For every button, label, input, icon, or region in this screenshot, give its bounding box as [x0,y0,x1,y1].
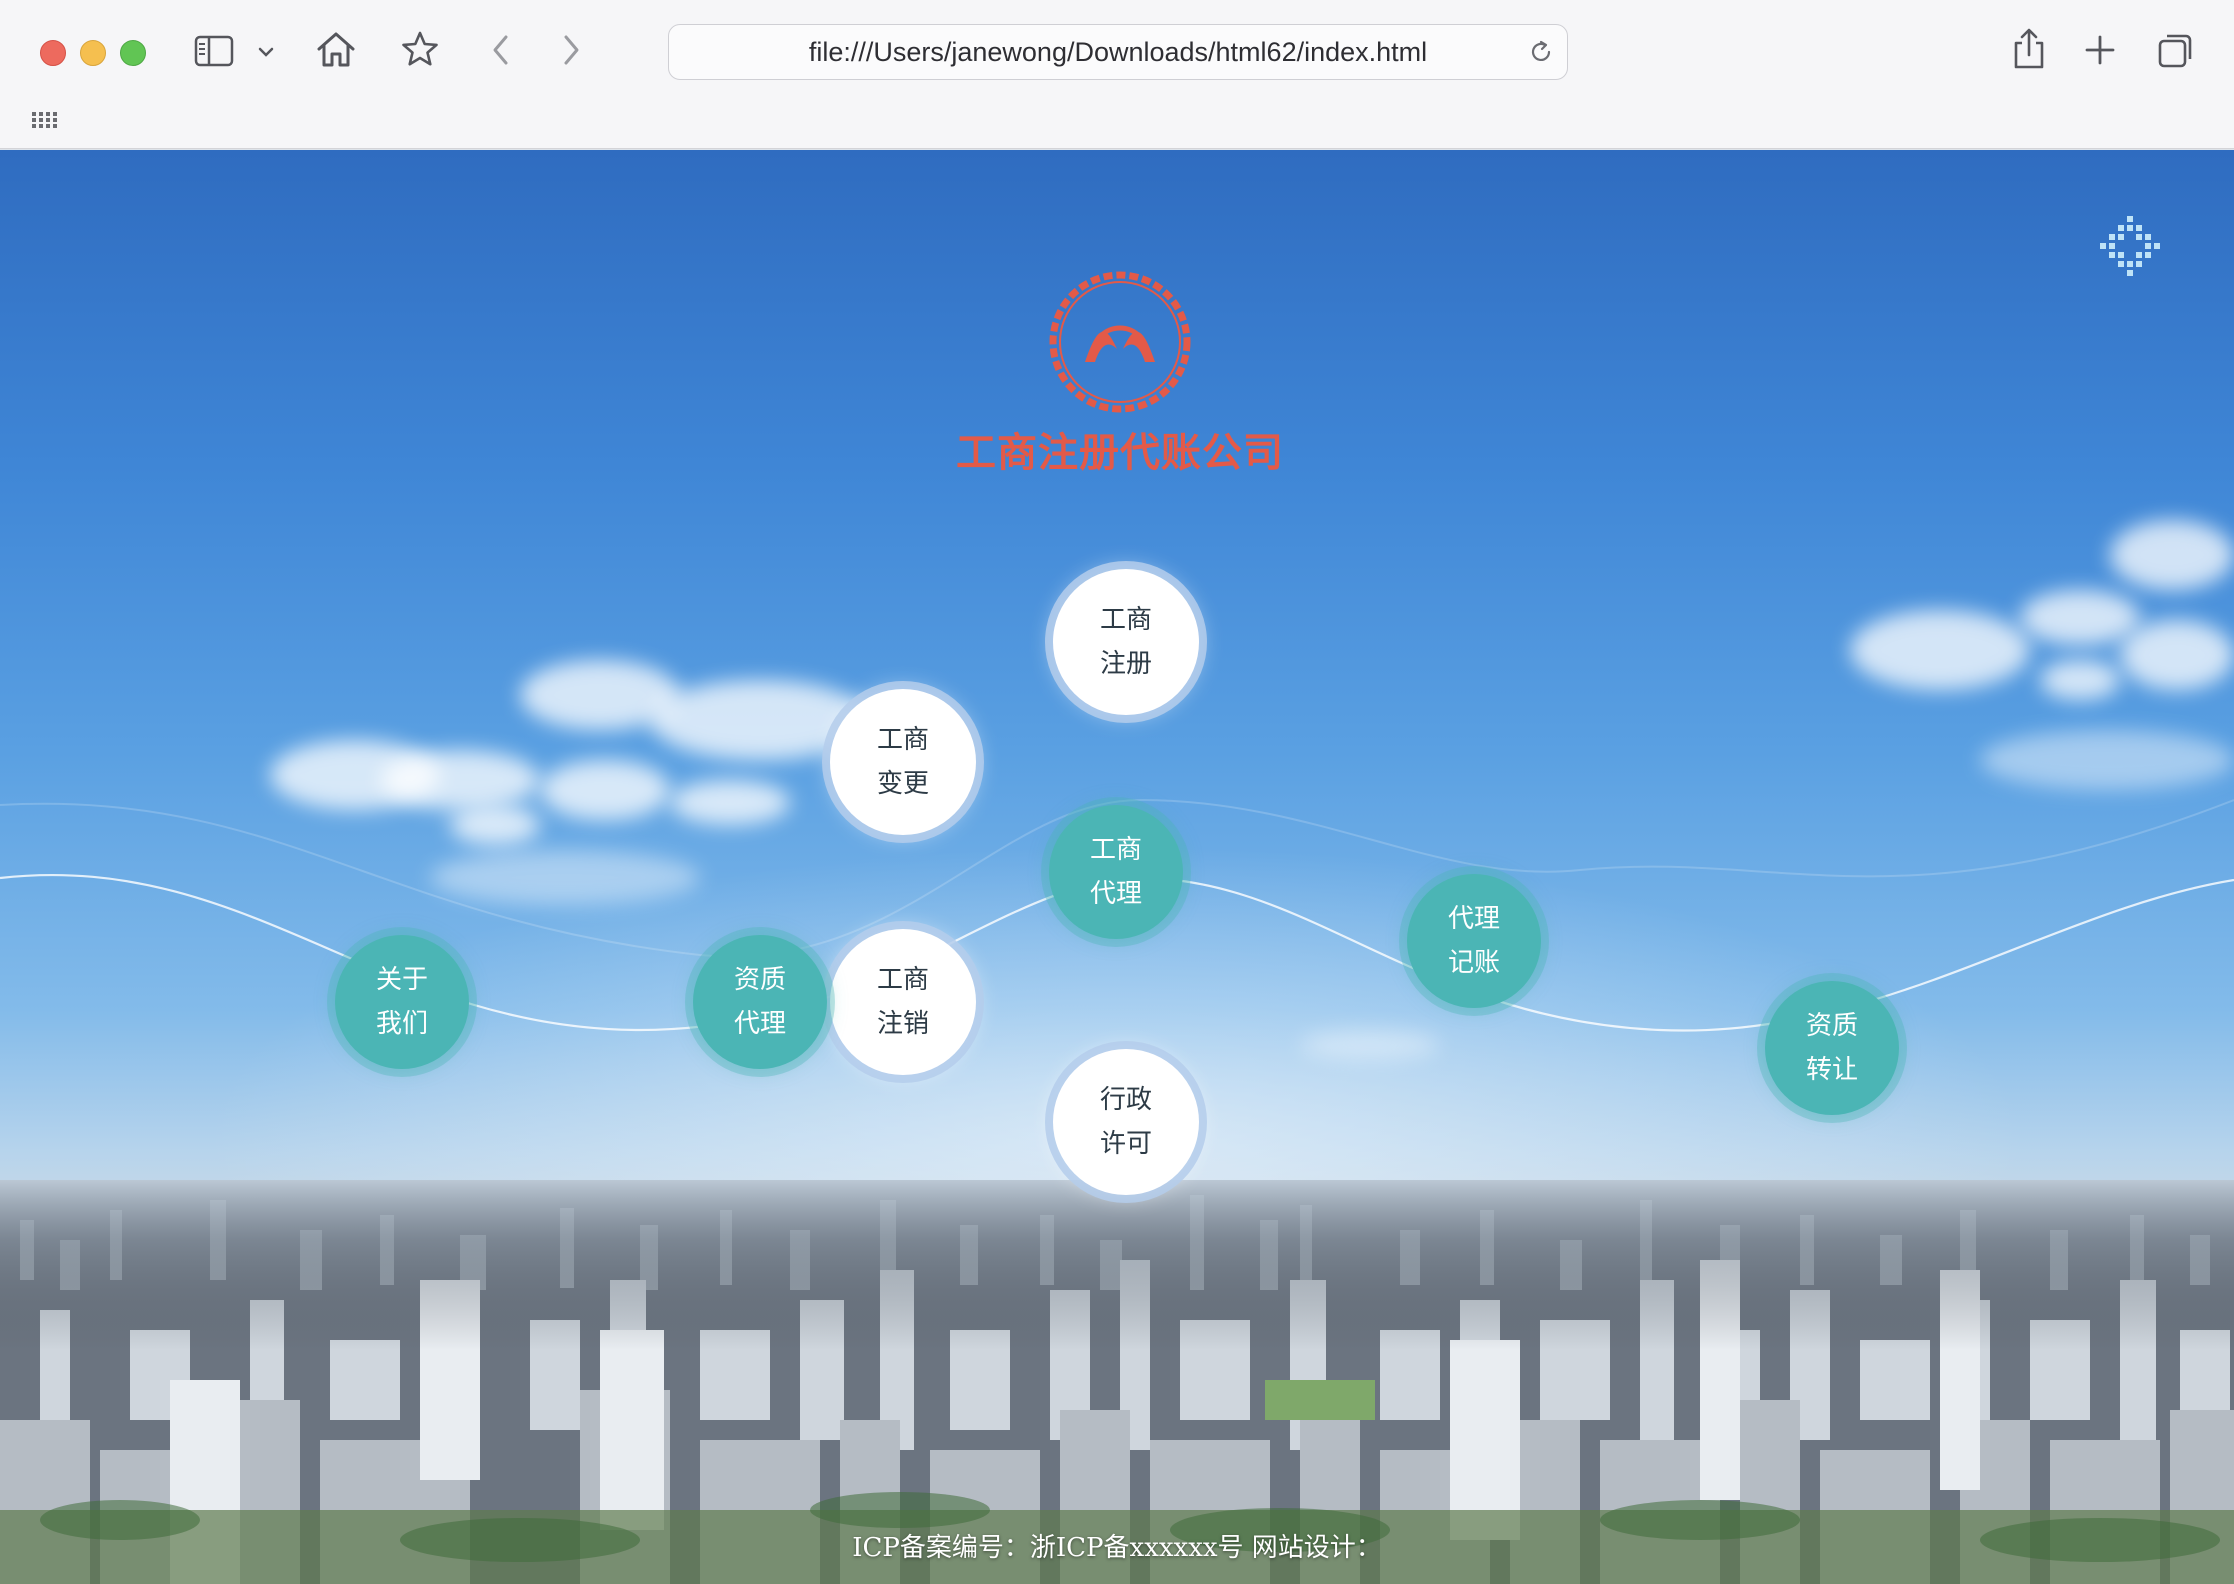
plus-icon[interactable] [2082,32,2118,68]
nav-gongshang-daili[interactable]: 工商 代理 [1049,805,1183,939]
nav-label-line2: 记账 [1447,948,1500,978]
nav-label-line1: 行政 [1099,1085,1152,1115]
zoom-window-button[interactable] [120,40,146,66]
nav-label-line2: 注销 [876,1009,929,1039]
footer-text: ICP备案编号：浙ICP备xxxxxx号 网站设计： [852,1533,1382,1563]
nav-daili-jizhang[interactable]: 代理 记账 [1407,874,1541,1008]
star-icon[interactable] [398,28,442,70]
nav-label-line1: 代理 [1447,904,1500,934]
nav-guanyu-women[interactable]: 关于 我们 [335,935,469,1069]
company-name: 工商注册代账公司 [956,430,1284,476]
nav-label-line1: 工商 [1089,835,1142,865]
browser-toolbar: file:///Users/janewong/Downloads/html62/… [0,0,2234,149]
company-logo[interactable] [1045,267,1195,417]
nav-gongshang-biangeng[interactable]: 工商 变更 [830,689,976,835]
nav-gongshang-zhuce[interactable]: 工商 注册 [1053,569,1199,715]
chevron-down-icon[interactable] [256,42,276,62]
nav-label-line1: 工商 [876,725,929,755]
page-content: 工商注册代账公司 工商 注册 工商 变更 工商 代理 工商 注销 行政 许可 关于 我们 [0,150,2234,1584]
share-icon[interactable] [2008,26,2050,72]
nav-label-line1: 关于 [375,965,428,995]
nav-label-line2: 变更 [876,769,929,799]
sidebar-icon[interactable] [194,34,234,68]
address-bar[interactable]: file:///Users/janewong/Downloads/html62/… [668,24,1568,80]
nav-zizhi-daili[interactable]: 资质 代理 [693,935,827,1069]
reload-icon[interactable] [1527,38,1555,66]
chevron-right-icon[interactable] [556,32,586,68]
nav-label-line1: 工商 [876,965,929,995]
nav-label-line2: 注册 [1099,649,1152,679]
nav-label-line2: 转让 [1805,1055,1858,1085]
dots-menu-icon[interactable] [2096,212,2164,280]
chevron-left-icon[interactable] [486,32,516,68]
url-text[interactable]: file:///Users/janewong/Downloads/html62/… [669,25,1567,79]
tab-overview-icon[interactable] [2156,30,2196,70]
nav-label-line1: 工商 [1099,605,1152,635]
nav-xingzheng-xuke[interactable]: 行政 许可 [1053,1049,1199,1195]
nav-label-line2: 代理 [1089,879,1142,909]
nav-label-line2: 我们 [375,1009,428,1039]
nav-gongshang-zhuxiao[interactable]: 工商 注销 [830,929,976,1075]
nav-label-line1: 资质 [1805,1011,1858,1041]
close-window-button[interactable] [40,40,66,66]
nav-label-line2: 代理 [733,1009,786,1039]
minimize-window-button[interactable] [80,40,106,66]
nav-zizhi-zhuanrang[interactable]: 资质 转让 [1765,981,1899,1115]
nav-label-line2: 许可 [1099,1129,1152,1159]
home-icon[interactable] [314,28,358,70]
grid-icon[interactable] [30,108,58,132]
nav-label-line1: 资质 [733,965,786,995]
